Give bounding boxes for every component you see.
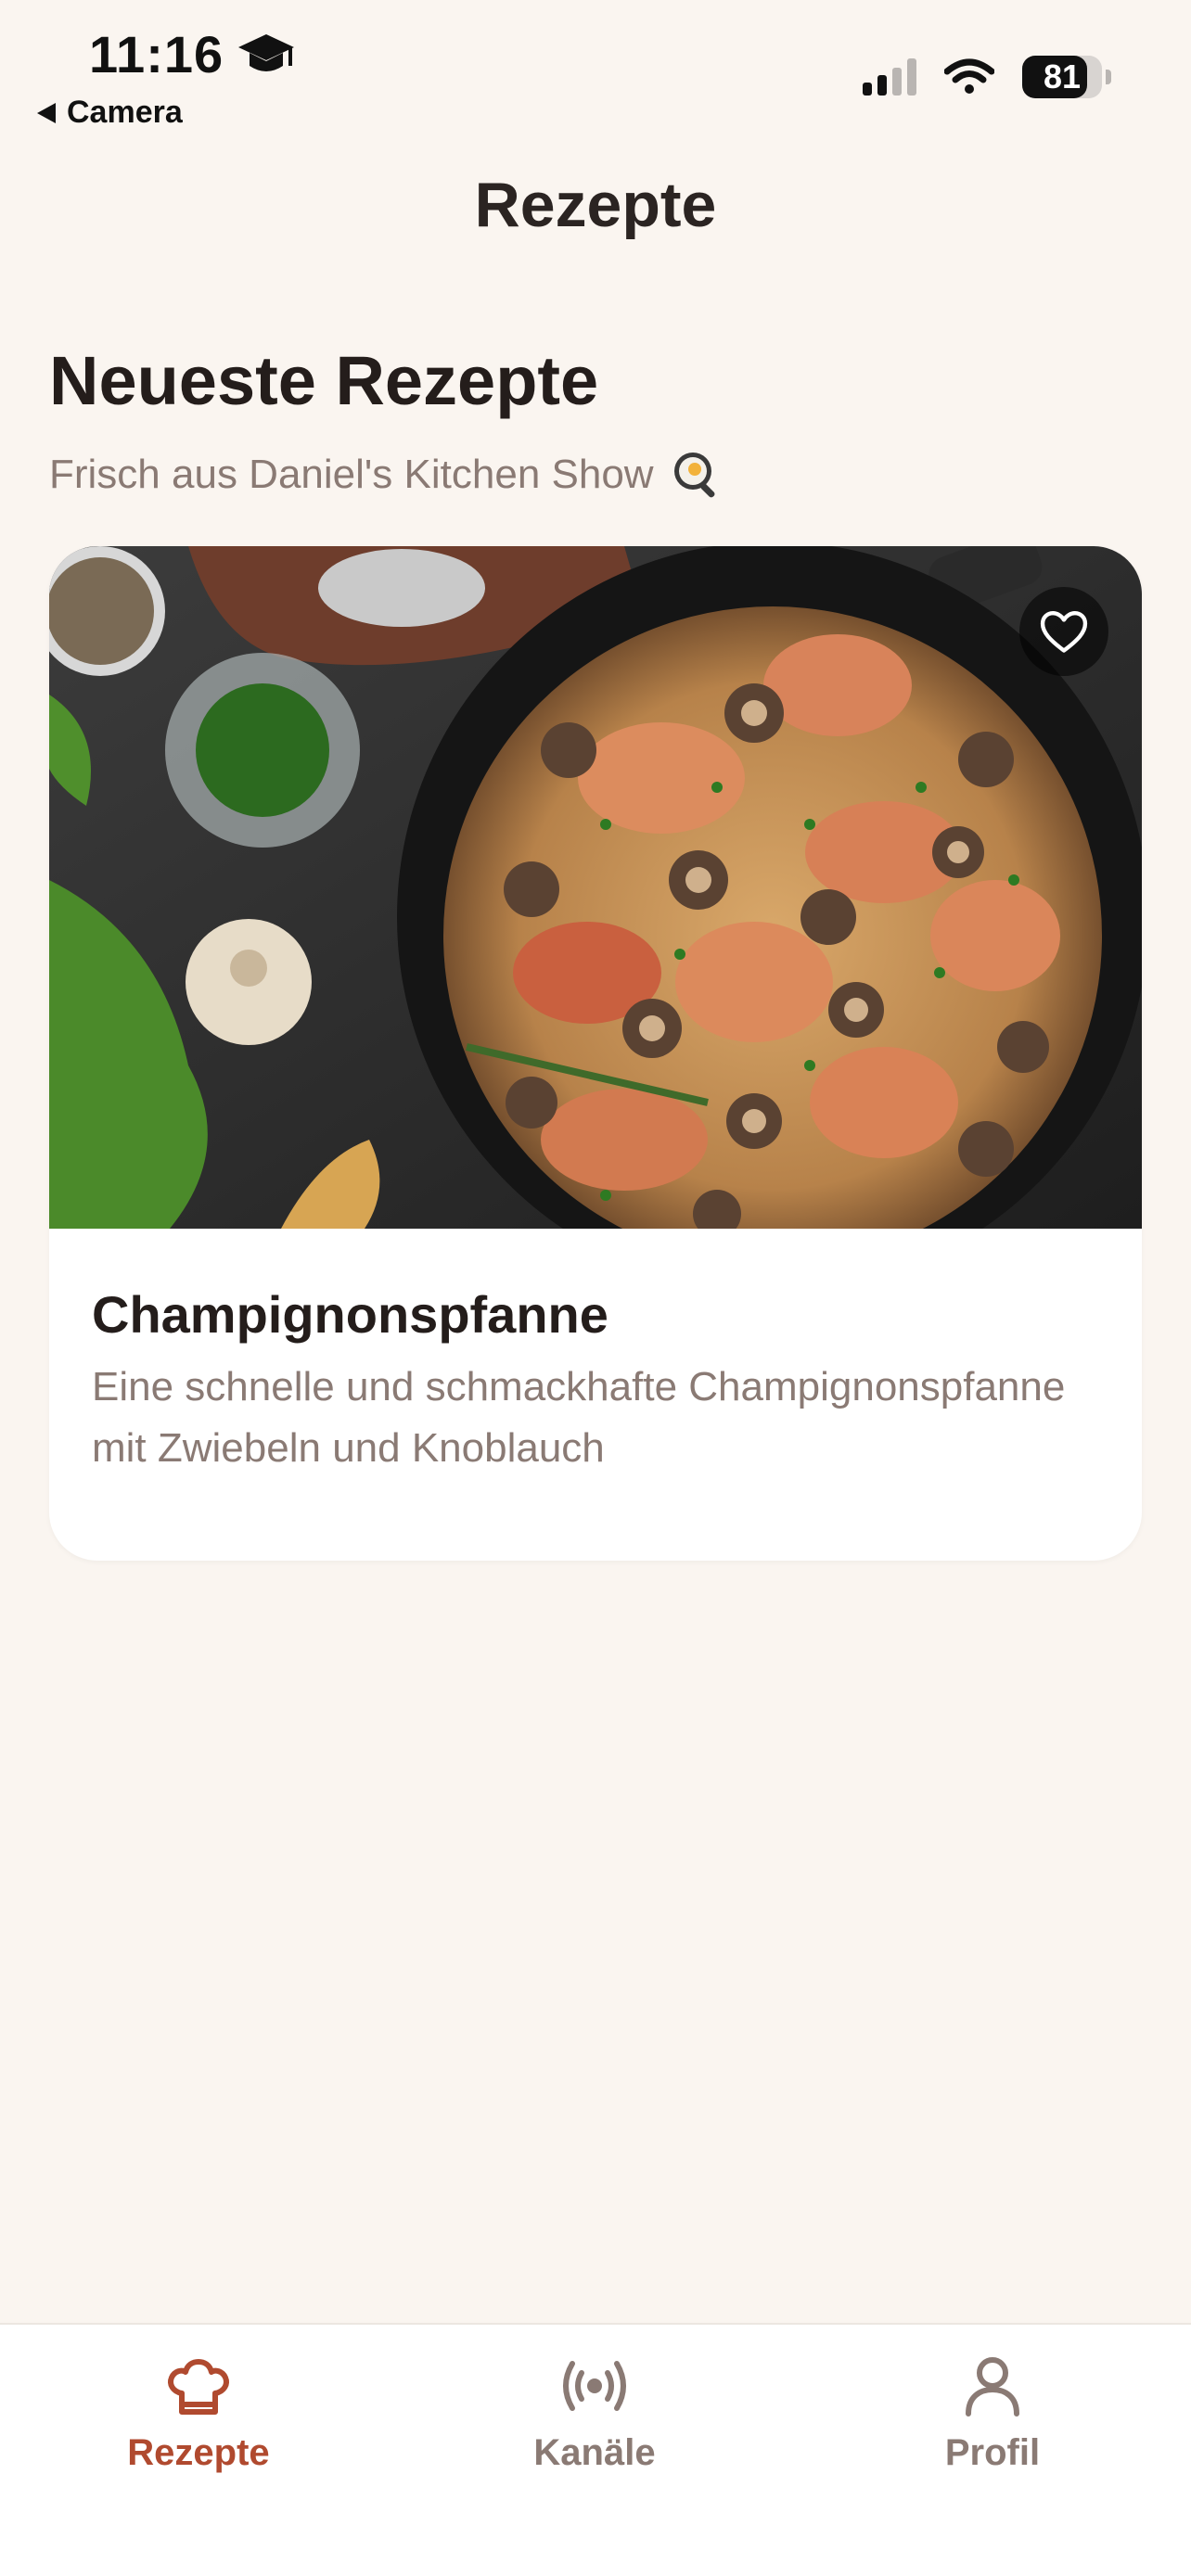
heart-outline-icon [1040,611,1088,653]
back-app-label: Camera [67,95,183,130]
section-title: Neueste Rezepte [49,342,599,419]
back-to-app-button[interactable]: Camera [37,95,183,131]
graduation-cap-icon [238,33,295,71]
recipe-description: Eine schnelle und schmackhafte Champigno… [92,1364,1066,1471]
recipe-title: Champignonspfanne [92,1285,608,1344]
status-time: 11:16 [89,24,296,84]
battery-level: 81 [1043,57,1082,96]
cellular-signal-icon [863,58,916,96]
recipe-card[interactable]: Champignonspfanne Eine schnelle und schm… [49,546,1142,1561]
frying-pan-egg-icon [673,453,715,498]
tab-recipes[interactable]: Rezepte [59,2349,338,2474]
tab-bar: Rezepte Kanäle Profil [0,2323,1191,2576]
wifi-icon [944,58,994,94]
section-subtitle: Frisch aus Daniel's Kitchen Show [49,447,724,503]
person-icon [966,2357,1019,2417]
back-arrow-icon [37,102,56,123]
battery-tip [1106,70,1111,84]
tab-profile-label: Profil [944,2432,1041,2473]
page-title: Rezepte [474,170,717,240]
status-indicators: 81 [863,56,1111,98]
chef-hat-icon [168,2359,229,2415]
tab-profile[interactable]: Profil [853,2349,1132,2474]
tab-channels[interactable]: Kanäle [455,2349,734,2474]
recipe-image [49,546,1142,1229]
status-time-text: 11:16 [89,25,224,83]
favorite-button[interactable] [1019,587,1108,676]
broadcast-icon [563,2361,626,2411]
section-subtitle-text: Frisch aus Daniel's Kitchen Show [49,452,654,497]
tab-channels-label: Kanäle [533,2432,656,2473]
tab-recipes-label: Rezepte [127,2432,270,2473]
battery-icon: 81 [1022,56,1102,98]
